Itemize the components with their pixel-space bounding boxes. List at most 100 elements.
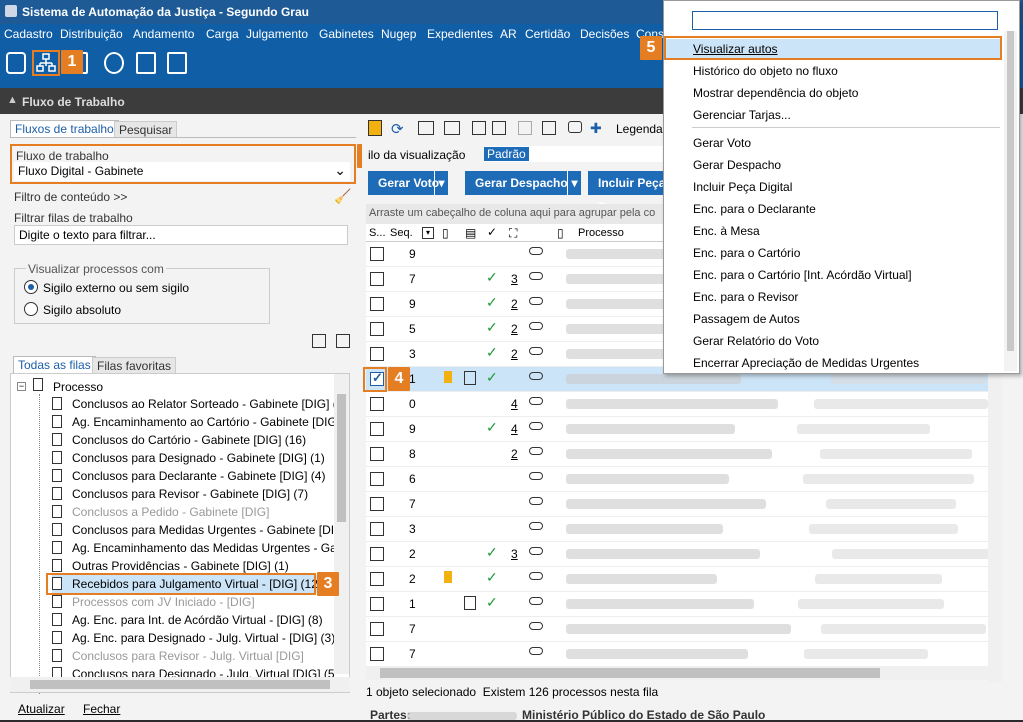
lock-document-icon[interactable] — [136, 52, 156, 74]
grid-hscrollbar[interactable] — [366, 666, 1002, 680]
tab-pesquisar[interactable]: Pesquisar — [114, 121, 178, 138]
menu-item-enc-cartorio-int[interactable]: Enc. para o Cartório [Int. Acórdão Virtu… — [693, 268, 912, 282]
doc-col-icon[interactable]: ▯ — [557, 226, 564, 240]
search-icon[interactable] — [518, 121, 532, 135]
tree-item[interactable]: Ag. Enc. para Int. de Acórdão Virtual - … — [52, 611, 334, 629]
link-icon[interactable] — [529, 347, 543, 355]
include-piece-button[interactable]: Incluir Peça D — [588, 171, 668, 214]
tree-item[interactable]: Conclusos ao Relator Sorteado - Gabinete… — [52, 395, 334, 413]
table-row[interactable]: 2 ✓ 3 — [366, 542, 1000, 567]
link-icon[interactable] — [529, 272, 543, 280]
queue-filter-input[interactable]: Digite o texto para filtrar... — [14, 225, 348, 245]
pin-icon[interactable]: ✚ — [590, 120, 602, 137]
refresh-icon[interactable]: ⟳ — [391, 120, 404, 138]
row-checkbox[interactable] — [370, 397, 384, 411]
link-icon[interactable] — [529, 597, 543, 605]
menu-item-tarjas[interactable]: Gerenciar Tarjas... — [693, 108, 791, 122]
lock-doc-icon[interactable] — [492, 121, 506, 135]
inbox-icon[interactable] — [6, 52, 26, 74]
row-checkbox[interactable] — [370, 497, 384, 511]
menu-item-relatorio-voto[interactable]: Gerar Relatório do Voto — [693, 334, 819, 348]
row-count-link[interactable]: 2 — [511, 322, 518, 336]
tree-item[interactable]: Ag. Encaminhamento ao Cartório - Gabinet… — [52, 413, 334, 431]
menu-item-incluir-peca[interactable]: Incluir Peça Digital — [693, 180, 792, 194]
menu-item-enc-declarante[interactable]: Enc. para o Declarante — [693, 202, 816, 216]
menu-decisoes[interactable]: Decisões — [580, 27, 629, 41]
table-row[interactable]: 9 ✓ 4 — [366, 417, 988, 442]
menu-item-gerar-voto[interactable]: Gerar Voto — [693, 136, 751, 150]
paste-icon[interactable] — [444, 121, 460, 135]
col-processo[interactable]: Processo — [578, 227, 624, 239]
menu-julgamento[interactable]: Julgamento — [246, 27, 308, 41]
link-icon[interactable] — [529, 297, 543, 305]
tree-item[interactable]: Conclusos para Revisor - Julg. Virtual [… — [52, 647, 334, 665]
table-row[interactable]: 04 — [366, 392, 988, 417]
table-row[interactable]: 2 ✓ — [366, 567, 988, 592]
row-count-link[interactable]: 3 — [511, 272, 518, 286]
docs-col-icon[interactable]: ▤ — [465, 226, 476, 240]
row-count-link[interactable]: 4 — [511, 397, 518, 411]
menu-expedientes[interactable]: Expedientes — [427, 27, 493, 41]
radio-sigilo-externo[interactable] — [24, 280, 38, 294]
row-checkbox[interactable] — [370, 297, 384, 311]
link-icon[interactable] — [529, 572, 543, 580]
note-icon[interactable] — [368, 120, 382, 136]
col-status[interactable]: S... — [369, 227, 386, 239]
link-icon[interactable] — [529, 522, 543, 530]
menu-item-historico[interactable]: Histórico do objeto no fluxo — [693, 64, 838, 78]
context-search-input[interactable] — [692, 11, 998, 30]
row-checkbox[interactable] — [370, 622, 384, 636]
row-checkbox[interactable] — [370, 422, 384, 436]
table-row[interactable]: 7 — [366, 642, 988, 667]
row-count-link[interactable]: 2 — [511, 297, 518, 311]
tree-scrollbar[interactable] — [334, 374, 349, 674]
table-row[interactable]: 7 — [366, 617, 988, 642]
tree-item[interactable]: Conclusos para Designado - Gabinete [DIG… — [52, 449, 334, 467]
link-icon[interactable] — [529, 322, 543, 330]
tree-item[interactable]: Conclusos para Revisor - Gabinete [DIG] … — [52, 485, 334, 503]
row-checkbox[interactable] — [370, 472, 384, 486]
row-checkbox[interactable] — [370, 447, 384, 461]
scroll-thumb[interactable] — [1007, 31, 1014, 351]
tab-fluxos[interactable]: Fluxos de trabalho — [10, 120, 119, 137]
tree-item[interactable]: Conclusos para Designado - Julg. Virtual… — [52, 665, 334, 677]
tree-item[interactable]: Conclusos a Pedido - Gabinete [DIG] — [52, 503, 334, 521]
comment-icon[interactable] — [568, 121, 582, 133]
menu-nugep[interactable]: Nugep — [381, 27, 416, 41]
row-checkbox[interactable] — [370, 322, 384, 336]
close-button[interactable]: Fechar — [83, 702, 120, 716]
row-checkbox[interactable] — [370, 647, 384, 661]
menu-certidao[interactable]: Certidão — [525, 27, 570, 41]
menu-carga[interactable]: Carga — [206, 27, 239, 41]
hscroll-thumb[interactable] — [30, 680, 330, 689]
scroll-thumb[interactable] — [337, 394, 346, 522]
menu-item-enc-cartorio[interactable]: Enc. para o Cartório — [693, 246, 800, 260]
row-count-link[interactable]: 3 — [511, 547, 518, 561]
legend-label[interactable]: Legenda — [616, 122, 663, 136]
link-icon[interactable] — [529, 247, 543, 255]
generate-vote-button[interactable]: Gerar Voto ▾ — [368, 171, 448, 195]
lock-icon[interactable] — [472, 121, 486, 135]
tree-item[interactable]: Processos com JV Iniciado - [DIG] — [52, 593, 334, 611]
link-icon[interactable] — [529, 647, 543, 655]
menu-cadastro[interactable]: Cadastro — [4, 27, 53, 41]
broom-icon[interactable]: 🧹 — [334, 188, 351, 205]
report-icon[interactable] — [167, 52, 187, 74]
user-settings-icon[interactable] — [104, 52, 124, 74]
hscroll-thumb[interactable] — [380, 668, 880, 678]
tree-item[interactable]: Conclusos para Declarante - Gabinete [DI… — [52, 467, 334, 485]
check-col-icon[interactable]: ✓ — [487, 225, 497, 239]
dropdown-arrow-icon[interactable]: ▾ — [434, 171, 448, 195]
copy-icon[interactable] — [418, 121, 434, 135]
menu-item-dependencia[interactable]: Mostrar dependência do objeto — [693, 86, 858, 100]
view-select[interactable]: Padrão — [484, 146, 664, 162]
menu-item-gerar-despacho[interactable]: Gerar Despacho — [693, 158, 781, 172]
tree-item[interactable]: Conclusos para Medidas Urgentes - Gabine… — [52, 521, 334, 539]
link-icon[interactable] — [529, 422, 543, 430]
link-icon[interactable] — [529, 497, 543, 505]
row-checkbox[interactable] — [370, 347, 384, 361]
radio-sigilo-absoluto[interactable] — [24, 302, 38, 316]
tab-todas-filas[interactable]: Todas as filas — [13, 356, 96, 373]
group-area[interactable]: Arraste um cabeçalho de coluna aqui para… — [366, 204, 666, 224]
tree-item[interactable]: Ag. Enc. para Designado - Julg. Virtual … — [52, 629, 334, 647]
